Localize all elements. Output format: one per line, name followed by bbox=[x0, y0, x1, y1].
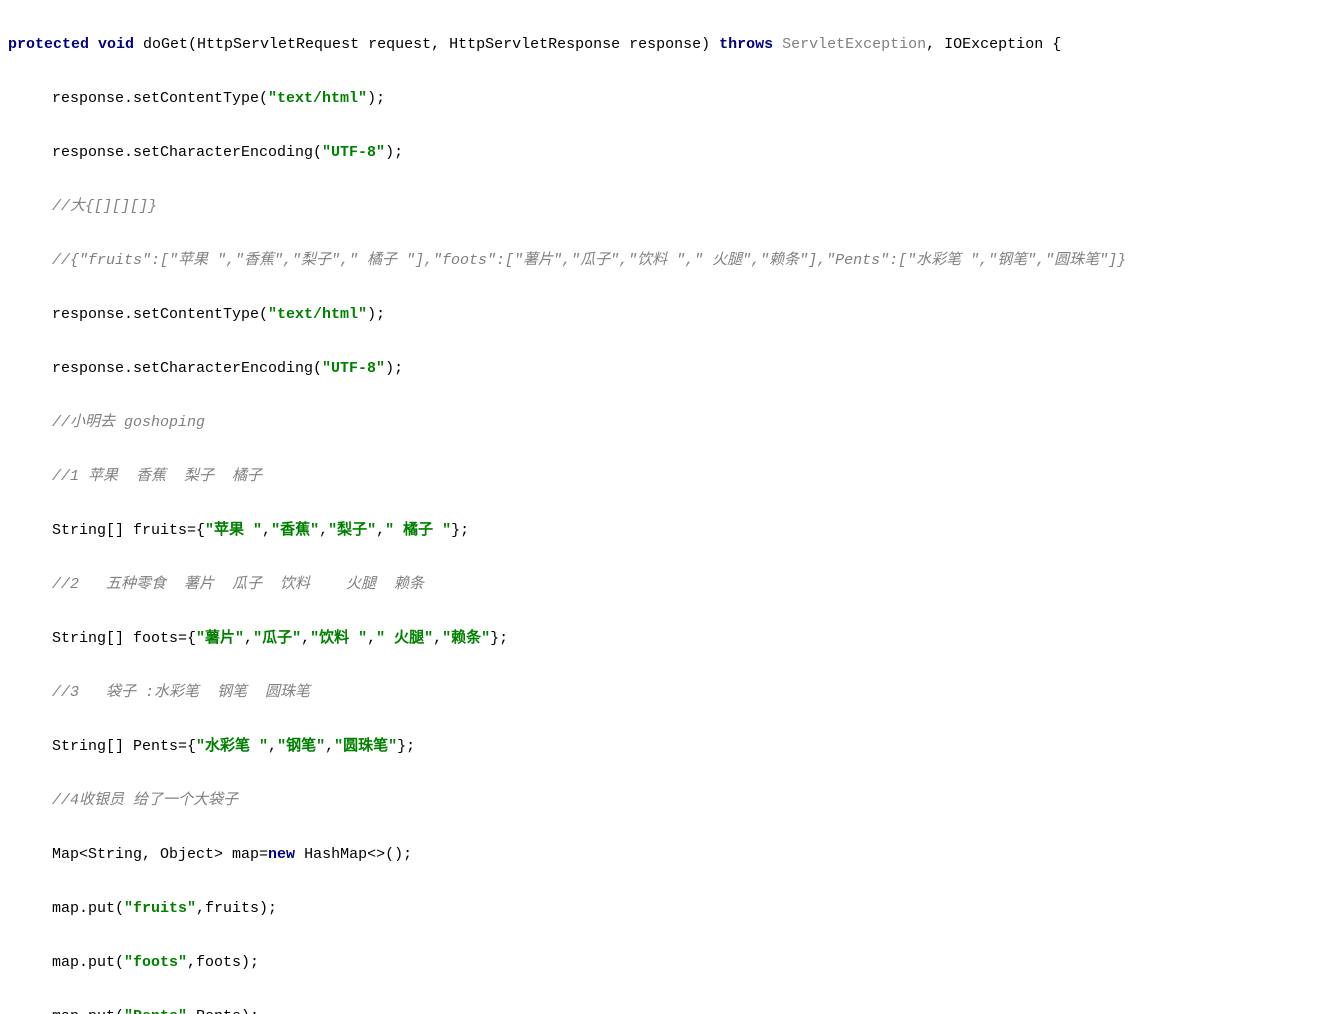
code-text: , bbox=[433, 630, 442, 647]
string: "foots" bbox=[124, 954, 187, 971]
code-line: map.put("Pents",Pents); bbox=[0, 1003, 1333, 1014]
string: "瓜子" bbox=[253, 630, 301, 647]
string: "text/html" bbox=[268, 306, 367, 323]
comment-line: //4收银员 给了一个大袋子 bbox=[0, 787, 1333, 814]
exception: ServletException bbox=[782, 36, 926, 53]
string: "梨子" bbox=[328, 522, 376, 539]
code-text: HashMap<>(); bbox=[304, 846, 412, 863]
string: "饮料 " bbox=[310, 630, 367, 647]
code-text: , bbox=[268, 738, 277, 755]
code-text: }; bbox=[451, 522, 469, 539]
string: "圆珠笔" bbox=[334, 738, 397, 755]
code-line: response.setContentType("text/html"); bbox=[0, 301, 1333, 328]
keyword: protected void bbox=[8, 36, 143, 53]
code-block: protected void doGet(HttpServletRequest … bbox=[0, 0, 1333, 1014]
code-line: response.setCharacterEncoding("UTF-8"); bbox=[0, 355, 1333, 382]
code-text: }; bbox=[490, 630, 508, 647]
code-text: String[] Pents={ bbox=[52, 738, 196, 755]
comment-line: //{"fruits":["苹果 ","香蕉","梨子"," 橘子 "],"fo… bbox=[0, 247, 1333, 274]
code-text: doGet(HttpServletRequest request, HttpSe… bbox=[143, 36, 719, 53]
code-line: response.setCharacterEncoding("UTF-8"); bbox=[0, 139, 1333, 166]
code-text: map.put( bbox=[52, 1008, 124, 1014]
string: " 火腿" bbox=[376, 630, 433, 647]
code-text: map.put( bbox=[52, 954, 124, 971]
code-line: protected void doGet(HttpServletRequest … bbox=[0, 31, 1333, 58]
code-text: , IOException { bbox=[926, 36, 1061, 53]
code-text: ); bbox=[367, 90, 385, 107]
code-line: String[] foots={"薯片","瓜子","饮料 "," 火腿","赖… bbox=[0, 625, 1333, 652]
code-text: , bbox=[376, 522, 385, 539]
string: "香蕉" bbox=[271, 522, 319, 539]
code-text: map.put( bbox=[52, 900, 124, 917]
code-text: response.setCharacterEncoding( bbox=[52, 360, 322, 377]
string: "fruits" bbox=[124, 900, 196, 917]
code-text: , bbox=[244, 630, 253, 647]
code-text: ); bbox=[367, 306, 385, 323]
code-text: response.setContentType( bbox=[52, 306, 268, 323]
code-text: }; bbox=[397, 738, 415, 755]
code-text: String[] foots={ bbox=[52, 630, 196, 647]
string: "text/html" bbox=[268, 90, 367, 107]
string: " 橘子 " bbox=[385, 522, 451, 539]
code-text: response.setCharacterEncoding( bbox=[52, 144, 322, 161]
code-text: , bbox=[325, 738, 334, 755]
keyword: new bbox=[268, 846, 304, 863]
string: "Pents" bbox=[124, 1008, 187, 1014]
code-text: , bbox=[367, 630, 376, 647]
code-line: String[] fruits={"苹果 ","香蕉","梨子"," 橘子 "}… bbox=[0, 517, 1333, 544]
string: "UTF-8" bbox=[322, 360, 385, 377]
code-text: Map<String, Object> map= bbox=[52, 846, 268, 863]
string: "水彩笔 " bbox=[196, 738, 268, 755]
code-text: ,fruits); bbox=[196, 900, 277, 917]
code-text: String[] fruits={ bbox=[52, 522, 205, 539]
code-text: , bbox=[301, 630, 310, 647]
comment-line: //3 袋子 :水彩笔 钢笔 圆珠笔 bbox=[0, 679, 1333, 706]
code-line: String[] Pents={"水彩笔 ","钢笔","圆珠笔"}; bbox=[0, 733, 1333, 760]
string: "薯片" bbox=[196, 630, 244, 647]
string: "UTF-8" bbox=[322, 144, 385, 161]
code-line: map.put("foots",foots); bbox=[0, 949, 1333, 976]
comment-line: //2 五种零食 薯片 瓜子 饮料 火腿 赖条 bbox=[0, 571, 1333, 598]
code-text: ); bbox=[385, 144, 403, 161]
keyword: throws bbox=[719, 36, 782, 53]
string: "赖条" bbox=[442, 630, 490, 647]
code-line: Map<String, Object> map=new HashMap<>(); bbox=[0, 841, 1333, 868]
string: "钢笔" bbox=[277, 738, 325, 755]
code-line: response.setContentType("text/html"); bbox=[0, 85, 1333, 112]
comment-line: //大{[][][]} bbox=[0, 193, 1333, 220]
comment-line: //小明去 goshoping bbox=[0, 409, 1333, 436]
code-text: , bbox=[262, 522, 271, 539]
code-text: ,Pents); bbox=[187, 1008, 259, 1014]
code-text: ,foots); bbox=[187, 954, 259, 971]
code-text: response.setContentType( bbox=[52, 90, 268, 107]
code-text: , bbox=[319, 522, 328, 539]
string: "苹果 " bbox=[205, 522, 262, 539]
code-text: ); bbox=[385, 360, 403, 377]
code-line: map.put("fruits",fruits); bbox=[0, 895, 1333, 922]
comment-line: //1 苹果 香蕉 梨子 橘子 bbox=[0, 463, 1333, 490]
